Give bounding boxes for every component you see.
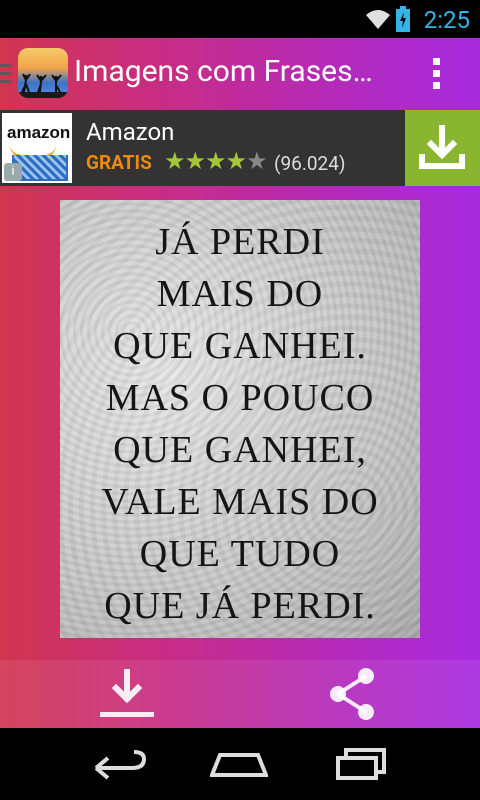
ad-rating-stars: ★★★★★ xyxy=(164,147,268,175)
quote-line: QUE JÁ PERDI. xyxy=(104,585,376,627)
status-time: 2:25 xyxy=(423,6,470,34)
star-empty-icon: ★ xyxy=(246,147,267,175)
bottom-toolbar xyxy=(0,660,480,728)
home-icon[interactable] xyxy=(210,752,268,778)
download-icon xyxy=(419,125,465,169)
battery-icon xyxy=(396,6,410,32)
recent-apps-icon[interactable] xyxy=(334,748,388,780)
phone-screen: 2:25 Imagens com Frases… amazon i Amazon… xyxy=(0,0,480,800)
app-title: Imagens com Frases… xyxy=(74,54,373,89)
star-filled-icons: ★★★★ xyxy=(164,147,247,175)
back-icon[interactable] xyxy=(92,750,148,780)
quote-line: JÁ PERDI xyxy=(155,221,325,263)
download-icon[interactable] xyxy=(98,668,156,720)
navigation-bar xyxy=(0,728,480,800)
quote-line: MAIS DO xyxy=(156,273,324,315)
ad-app-name[interactable]: Amazon xyxy=(86,118,174,146)
drawer-indicator-icon[interactable] xyxy=(0,64,12,86)
ad-logo-text: amazon xyxy=(7,123,71,142)
overflow-menu-icon[interactable] xyxy=(430,58,442,90)
quote-line: MAS O POUCO xyxy=(105,377,375,419)
quote-line: QUE GANHEI. xyxy=(113,325,367,367)
ad-install-button[interactable] xyxy=(405,110,480,186)
quote-text: JÁ PERDI MAIS DO QUE GANHEI. MAS O POUCO… xyxy=(60,216,420,632)
quote-line: QUE TUDO xyxy=(139,533,341,575)
info-icon[interactable]: i xyxy=(4,163,22,181)
ad-app-logo[interactable]: amazon i xyxy=(2,113,72,183)
action-bar: Imagens com Frases… xyxy=(0,38,480,110)
main-content: Imagens com Frases… amazon i Amazon GRAT… xyxy=(0,38,480,728)
wifi-icon xyxy=(366,10,390,29)
quote-line: VALE MAIS DO xyxy=(101,481,379,523)
status-bar: 2:25 xyxy=(0,0,480,38)
ad-price: GRATIS xyxy=(86,151,152,174)
quote-line: QUE GANHEI, xyxy=(113,429,367,471)
share-icon[interactable] xyxy=(326,666,378,722)
ad-banner[interactable]: amazon i Amazon GRATIS ★★★★★ (96.024) xyxy=(0,110,480,186)
ad-rating-count: (96.024) xyxy=(274,152,346,175)
quote-image[interactable]: JÁ PERDI MAIS DO QUE GANHEI. MAS O POUCO… xyxy=(60,200,420,638)
app-icon[interactable] xyxy=(18,48,68,98)
